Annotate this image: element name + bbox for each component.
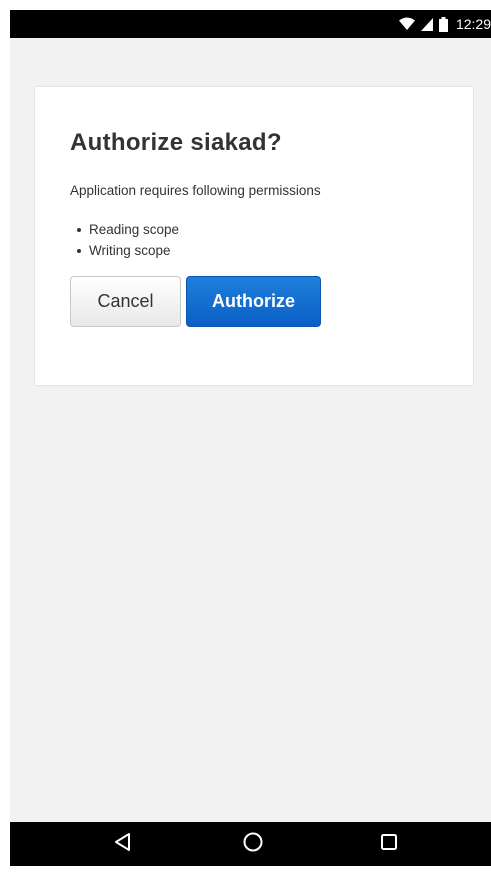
permission-list: Reading scope Writing scope [70, 219, 179, 261]
permission-item: Writing scope [70, 240, 179, 261]
back-button[interactable] [93, 822, 153, 866]
back-icon [113, 832, 133, 857]
recents-button[interactable] [359, 822, 419, 866]
home-button[interactable] [223, 822, 283, 866]
permission-label: Reading scope [89, 222, 180, 237]
bullet-icon [77, 248, 81, 253]
authorize-dialog: Authorize siakad? Application requires f… [34, 86, 474, 386]
signal-icon [420, 17, 433, 31]
bullet-icon [77, 227, 81, 232]
permission-label: Writing scope [89, 243, 171, 258]
recents-icon [380, 833, 398, 856]
dialog-subtitle: Application requires following permissio… [70, 183, 321, 198]
home-icon [242, 831, 264, 858]
battery-icon [438, 16, 448, 32]
status-icons: 12:29 [398, 10, 491, 38]
navigation-bar [10, 822, 491, 866]
permission-item: Reading scope [70, 219, 179, 240]
status-time: 12:29 [455, 16, 491, 32]
dialog-title: Authorize siakad? [70, 129, 282, 156]
cancel-button[interactable]: Cancel [70, 276, 181, 327]
authorize-button[interactable]: Authorize [186, 276, 321, 327]
device-screen: 12:29 Authorize siakad? Application requ… [10, 10, 491, 866]
wifi-icon [398, 17, 415, 31]
status-bar: 12:29 [10, 10, 491, 38]
